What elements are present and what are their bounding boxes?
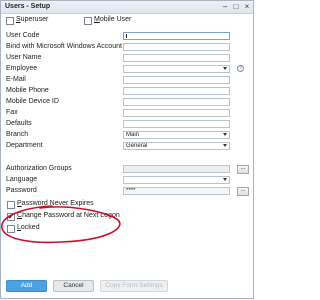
password-input[interactable]: **** [123,187,230,195]
locked-checkbox[interactable] [7,225,15,233]
user-name-input[interactable] [123,54,230,62]
title-bar[interactable]: Users - Setup – □ × [1,1,253,14]
mobile-phone-label: Mobile Phone [6,87,49,94]
copy-form-settings-button[interactable]: Copy Form Settings [100,280,168,292]
bind-account-input[interactable] [123,43,230,51]
minimize-icon[interactable]: – [220,3,230,11]
user-code-input[interactable] [123,32,230,40]
email-input[interactable] [123,76,230,84]
chevron-down-icon [223,144,227,147]
locked-label: Locked [17,224,40,231]
fax-input[interactable] [123,109,230,117]
authorization-groups-label: Authorization Groups [6,165,72,172]
password-never-expires-checkbox[interactable] [7,201,15,209]
info-icon[interactable]: ? [237,65,244,72]
branch-value: Main [126,132,140,138]
employee-dropdown[interactable] [123,65,230,73]
add-button[interactable]: Add [6,280,47,292]
chevron-down-icon [223,67,227,70]
mobile-phone-input[interactable] [123,87,230,95]
language-dropdown[interactable] [123,176,230,184]
chevron-down-icon [223,178,227,181]
department-value: General [126,143,148,149]
chevron-down-icon [223,133,227,136]
close-icon[interactable]: × [242,3,252,11]
bind-account-label: Bind with Microsoft Windows Account [6,43,122,50]
email-label: E-Mail [6,76,26,83]
change-password-next-logon-checkbox[interactable] [7,213,15,221]
maximize-icon[interactable]: □ [231,3,241,11]
superuser-checkbox[interactable] [6,17,14,25]
department-label: Department [6,142,43,149]
password-browse-button[interactable]: ... [237,187,249,196]
user-code-label: User Code [6,32,40,39]
defaults-input[interactable] [123,120,230,128]
password-label: Password [6,187,37,194]
change-password-next-logon-label: Change Password at Next Logon [17,212,120,219]
mobile-user-checkbox[interactable] [84,17,92,25]
language-label: Language [6,176,38,183]
defaults-label: Defaults [6,120,32,127]
user-name-label: User Name [6,54,42,61]
branch-label: Branch [6,131,29,138]
fax-label: Fax [6,109,18,116]
authorization-groups-browse-button[interactable]: ... [237,165,249,174]
employee-label: Employee [6,65,38,72]
password-never-expires-label: Password Never Expires [17,200,94,207]
superuser-label: Superuser [16,16,49,23]
mobile-user-label: Mobile User [94,16,132,23]
window-title: Users - Setup [5,3,51,10]
department-dropdown[interactable]: General [123,142,230,150]
cancel-button[interactable]: Cancel [53,280,94,292]
mobile-device-id-input[interactable] [123,98,230,106]
users-setup-window: Users - Setup – □ × Superuser Mobile Use… [0,0,254,299]
mobile-device-id-label: Mobile Device ID [6,98,59,105]
authorization-groups-input[interactable] [123,165,230,173]
branch-dropdown[interactable]: Main [123,131,230,139]
